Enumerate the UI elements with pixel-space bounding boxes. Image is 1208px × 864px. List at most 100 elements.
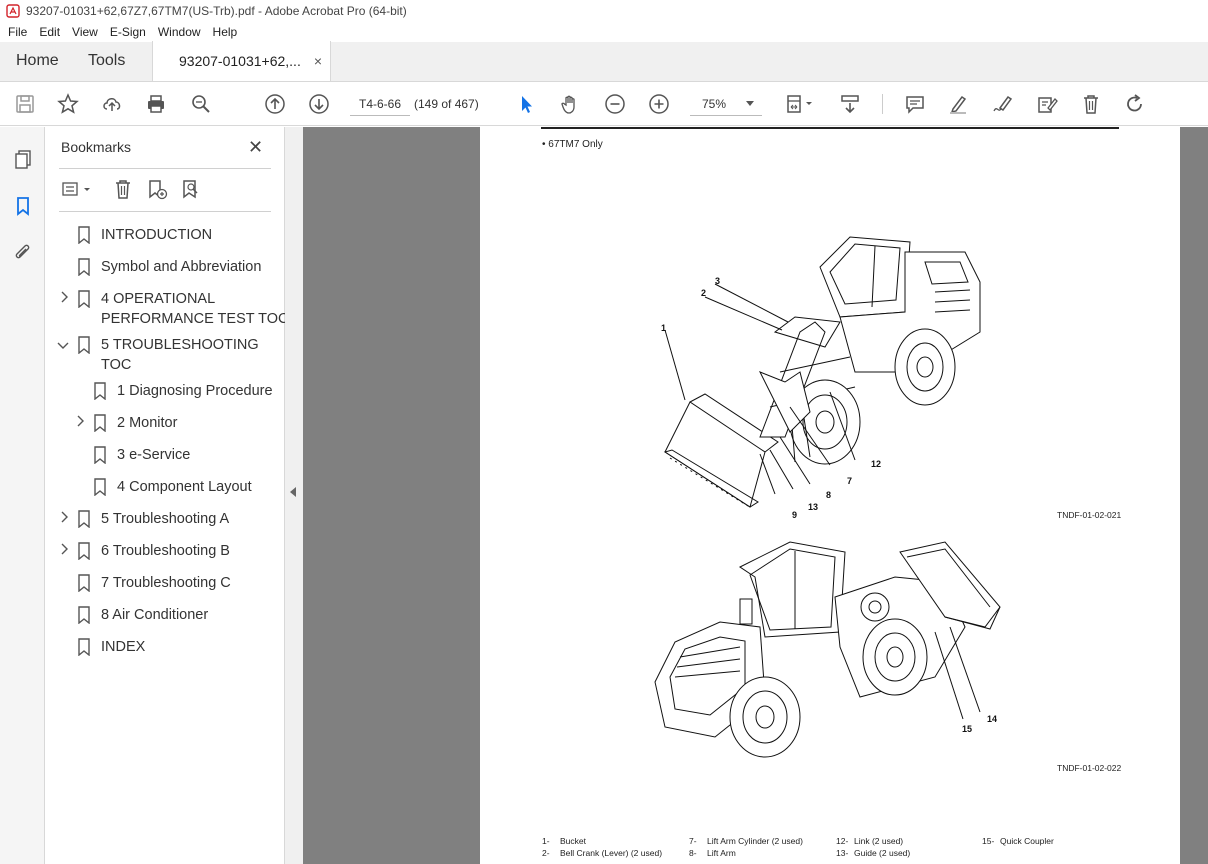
save-icon[interactable] (13, 92, 37, 116)
callout-2: 2 (701, 288, 707, 298)
bookmark-label: 6 Troubleshooting B (101, 543, 230, 559)
comment-icon[interactable] (903, 92, 927, 116)
bookmark-label: 5 TROUBLESHOOTING (101, 337, 259, 353)
acrobat-logo-icon (6, 4, 20, 18)
chevron-down-icon (746, 101, 754, 106)
window-title: 93207-01031+62,67Z7,67TM7(US-Trb).pdf - … (26, 4, 407, 18)
bookmark-options-icon[interactable] (59, 177, 95, 201)
star-icon[interactable] (56, 92, 80, 116)
divider (59, 211, 271, 212)
close-icon[interactable]: ✕ (248, 137, 263, 158)
bookmark-icon (94, 382, 106, 400)
new-bookmark-icon[interactable] (145, 177, 169, 201)
page-rule (541, 127, 1119, 129)
chevron-right-icon[interactable] (59, 543, 69, 558)
find-bookmark-icon[interactable] (179, 177, 203, 201)
scroll-mode-icon[interactable] (838, 92, 862, 116)
bookmark-label: INDEX (101, 639, 146, 655)
zoom-select[interactable]: 75% (690, 92, 762, 116)
sign-icon[interactable] (991, 92, 1015, 116)
callout-12: 12 (871, 459, 882, 469)
chevron-right-icon[interactable] (59, 291, 69, 306)
find-icon[interactable] (189, 92, 213, 116)
bookmark-panel-icon[interactable] (11, 194, 35, 218)
bookmark-label: Symbol and Abbreviation (101, 259, 262, 275)
bookmark-label: 4 Component Layout (117, 479, 252, 495)
bookmark-label: 5 Troubleshooting A (101, 511, 230, 527)
legend-item-8: 8- Lift Arm (689, 848, 736, 858)
bookmark-icon (78, 226, 90, 244)
arrow-down-circle-icon[interactable] (307, 92, 331, 116)
bookmark-label: 2 Monitor (117, 415, 178, 431)
figure-code-2: TNDF-01-02-022 (1057, 763, 1122, 773)
hand-icon[interactable] (558, 92, 582, 116)
toolbar-separator (882, 94, 883, 114)
bookmark-icon (78, 258, 90, 276)
attachments-icon[interactable] (11, 241, 35, 265)
bookmark-label-line2: TOC (101, 357, 132, 373)
tab-tools[interactable]: Tools (68, 41, 152, 81)
wheel-loader-figure-1 (663, 236, 981, 508)
menu-view[interactable]: View (66, 25, 104, 39)
arrow-up-circle-icon[interactable] (263, 92, 287, 116)
rotate-icon[interactable] (1123, 92, 1147, 116)
menu-help[interactable]: Help (207, 25, 244, 39)
menu-edit[interactable]: Edit (33, 25, 66, 39)
bookmark-label: 4 OPERATIONAL (101, 291, 216, 307)
bookmark-label: 7 Troubleshooting C (101, 575, 231, 591)
menu-bar: File Edit View E-Sign Window Help (0, 22, 1208, 42)
print-icon[interactable] (144, 92, 168, 116)
bookmark-icon (78, 510, 90, 528)
legend-item-2: 2- Bell Crank (Lever) (2 used) (542, 848, 663, 858)
bookmark-icon (78, 638, 90, 656)
page-number-input[interactable]: T4-6-66 (350, 92, 410, 116)
legend-item-7: 7- Lift Arm Cylinder (2 used) (689, 836, 803, 846)
trash-icon[interactable] (1079, 92, 1103, 116)
callout-13: 13 (808, 502, 819, 512)
callout-7: 7 (847, 476, 853, 486)
edit-pdf-icon[interactable] (1035, 92, 1059, 116)
menu-esign[interactable]: E-Sign (104, 25, 152, 39)
chevron-left-icon (290, 487, 296, 497)
zoom-in-icon[interactable] (647, 92, 671, 116)
callout-14: 14 (987, 714, 998, 724)
page-count: (149 of 467) (414, 97, 479, 111)
bookmarks-title: Bookmarks (61, 139, 132, 155)
cursor-icon[interactable] (515, 92, 539, 116)
tab-home[interactable]: Home (0, 41, 68, 81)
page-note: • 67TM7 Only (542, 139, 603, 150)
document-view[interactable]: • 67TM7 Only 1 2 3 7 8 9 12 13 TNDF-01-0… (303, 127, 1208, 864)
chevron-right-icon[interactable] (75, 415, 85, 430)
close-tab-icon[interactable]: × (314, 53, 322, 69)
bookmark-label: INTRODUCTION (101, 227, 213, 243)
bookmark-icon (94, 478, 106, 496)
highlight-icon[interactable] (946, 92, 970, 116)
chevron-down-icon[interactable] (57, 339, 69, 353)
vertical-scrollbar[interactable] (1181, 127, 1208, 864)
bookmark-label: 1 Diagnosing Procedure (117, 383, 273, 399)
bookmark-icon (78, 290, 90, 308)
callout-9: 9 (792, 510, 798, 520)
divider (59, 168, 271, 169)
tab-document[interactable]: 93207-01031+62,... × (152, 41, 331, 81)
bookmark-icon (78, 574, 90, 592)
trash-icon[interactable] (111, 177, 135, 201)
bookmark-icon (94, 446, 106, 464)
chevron-right-icon[interactable] (59, 511, 69, 526)
page-thumbnails-icon[interactable] (11, 147, 35, 171)
legend-item-12: 12- Link (2 used) (836, 836, 904, 846)
zoom-out-icon[interactable] (603, 92, 627, 116)
bookmark-icon (78, 542, 90, 560)
callout-1: 1 (661, 323, 667, 333)
menu-file[interactable]: File (0, 25, 33, 39)
bookmark-label-line2: PERFORMANCE TEST TOC (101, 311, 289, 327)
toolbar: T4-6-66 (149 of 467) 75% (0, 82, 1208, 126)
menu-window[interactable]: Window (152, 25, 207, 39)
legend-item-1: 1- Bucket (542, 836, 586, 846)
document-tab-label: 93207-01031+62,... (179, 53, 301, 69)
page-display-icon[interactable] (782, 92, 816, 116)
navigation-rail (0, 127, 45, 864)
upload-icon[interactable] (100, 92, 124, 116)
collapse-panel-handle[interactable] (285, 127, 303, 864)
callout-8: 8 (826, 490, 832, 500)
